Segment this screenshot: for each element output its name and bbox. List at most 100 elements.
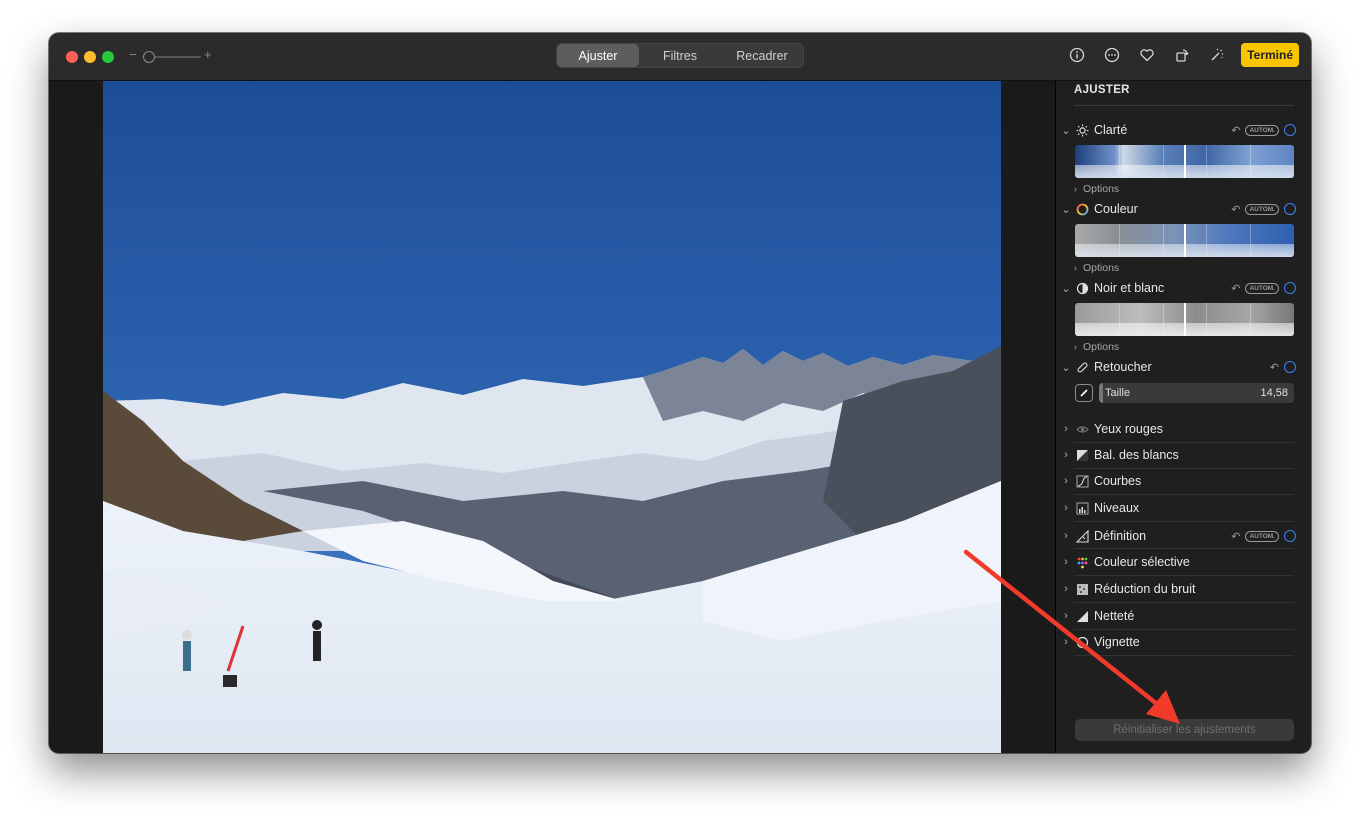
divider: [1074, 442, 1294, 443]
fullscreen-window-button[interactable]: [102, 51, 114, 63]
noise-icon: [1074, 581, 1090, 597]
noir-blanc-slider-handle[interactable]: [1184, 303, 1186, 336]
chevron-right-icon[interactable]: ›: [1060, 556, 1072, 568]
clarte-options[interactable]: › Options: [1074, 182, 1119, 196]
auto-button[interactable]: AUTOM.: [1245, 203, 1279, 215]
chevron-down-icon[interactable]: ⌄: [1060, 361, 1072, 374]
divider: [1074, 468, 1294, 469]
section-niveaux[interactable]: › Niveaux: [1060, 497, 1296, 519]
section-label: Netteté: [1094, 609, 1135, 623]
chevron-right-icon[interactable]: ›: [1060, 423, 1072, 435]
revert-icon[interactable]: ↶: [1231, 203, 1240, 216]
section-nettete[interactable]: › Netteté: [1060, 605, 1296, 627]
info-icon[interactable]: [1065, 43, 1089, 67]
revert-icon[interactable]: ↶: [1231, 530, 1240, 543]
toggle-ring-icon[interactable]: [1284, 203, 1296, 215]
done-button[interactable]: Terminé: [1241, 43, 1299, 67]
chevron-right-icon[interactable]: ›: [1060, 583, 1072, 595]
close-window-button[interactable]: [66, 51, 78, 63]
chevron-down-icon[interactable]: ⌄: [1060, 203, 1072, 216]
toggle-ring-icon[interactable]: [1284, 530, 1296, 542]
section-retoucher[interactable]: ⌄ Retoucher ↶: [1060, 356, 1296, 378]
more-icon[interactable]: [1100, 43, 1124, 67]
dots-icon: [1074, 554, 1090, 570]
title-bar: − + Ajuster Filtres Recadrer Terminé: [49, 33, 1311, 81]
section-couleur[interactable]: ⌄ Couleur ↶ AUTOM.: [1060, 198, 1296, 220]
photo-preview[interactable]: [103, 81, 1001, 753]
revert-icon[interactable]: ↶: [1270, 361, 1279, 374]
chevron-right-icon[interactable]: ›: [1060, 610, 1072, 622]
section-label: Yeux rouges: [1094, 422, 1164, 436]
couleur-options[interactable]: › Options: [1074, 261, 1119, 275]
section-label: Définition: [1094, 529, 1147, 543]
section-couleur-selective[interactable]: › Couleur sélective: [1060, 551, 1296, 573]
brush-size-value: 14,58: [1260, 387, 1288, 399]
auto-button[interactable]: AUTOM.: [1245, 124, 1279, 136]
chevron-right-icon[interactable]: ›: [1060, 475, 1072, 487]
clarte-slider-handle[interactable]: [1184, 145, 1186, 178]
tab-ajuster[interactable]: Ajuster: [557, 44, 639, 67]
brush-size-slider[interactable]: Taille 14,58: [1099, 383, 1294, 403]
revert-icon[interactable]: ↶: [1231, 282, 1240, 295]
chevron-right-icon[interactable]: ›: [1060, 449, 1072, 461]
chevron-right-icon: ›: [1074, 342, 1077, 352]
brush-size-fill: [1099, 383, 1103, 403]
zoom-slider-knob[interactable]: [143, 51, 155, 63]
chevron-right-icon[interactable]: ›: [1060, 636, 1072, 648]
heart-icon[interactable]: [1135, 43, 1159, 67]
toggle-ring-icon[interactable]: [1284, 282, 1296, 294]
section-label: Noir et blanc: [1094, 281, 1165, 295]
section-courbes[interactable]: › Courbes: [1060, 470, 1296, 492]
chevron-down-icon[interactable]: ⌄: [1060, 282, 1072, 295]
tab-recadrer[interactable]: Recadrer: [721, 44, 803, 67]
section-bal-blancs[interactable]: › Bal. des blancs: [1060, 444, 1296, 466]
noir-blanc-options[interactable]: › Options: [1074, 340, 1119, 354]
zoom-out-icon[interactable]: −: [129, 47, 137, 62]
edit-mode-tabs: Ajuster Filtres Recadrer: [556, 43, 804, 68]
chevron-right-icon[interactable]: ›: [1060, 502, 1072, 514]
section-vignette[interactable]: › Vignette: [1060, 631, 1296, 653]
section-reduction-bruit[interactable]: › Réduction du bruit: [1060, 578, 1296, 600]
divider: [1074, 494, 1294, 495]
section-label: Courbes: [1094, 474, 1142, 488]
divider: [1074, 602, 1294, 603]
section-label: Clarté: [1094, 123, 1128, 137]
couleur-thumbnail-strip[interactable]: [1075, 224, 1294, 257]
photos-edit-window: − + Ajuster Filtres Recadrer Terminé AJU…: [49, 33, 1311, 753]
revert-icon[interactable]: ↶: [1231, 124, 1240, 137]
magic-wand-icon[interactable]: [1205, 43, 1229, 67]
white-balance-icon: [1074, 447, 1090, 463]
brush-icon[interactable]: [1075, 384, 1093, 402]
eye-icon: [1074, 421, 1090, 437]
divider: [1074, 521, 1294, 522]
auto-button[interactable]: AUTOM.: [1245, 282, 1279, 294]
section-label: Retoucher: [1094, 360, 1152, 374]
section-label: Couleur: [1094, 202, 1138, 216]
toolbar-tools: Terminé: [1054, 43, 1299, 67]
clarte-thumbnail-strip[interactable]: [1075, 145, 1294, 178]
chevron-right-icon[interactable]: ›: [1060, 530, 1072, 542]
divider: [1074, 655, 1294, 656]
section-label: Réduction du bruit: [1094, 582, 1196, 596]
chevron-down-icon[interactable]: ⌄: [1060, 124, 1072, 137]
tab-filtres[interactable]: Filtres: [639, 44, 721, 67]
section-yeux-rouges[interactable]: › Yeux rouges: [1060, 418, 1296, 440]
retouch-controls: Taille 14,58: [1075, 383, 1294, 403]
zoom-in-icon[interactable]: +: [204, 47, 212, 62]
section-clarte[interactable]: ⌄ Clarté ↶ AUTOM.: [1060, 119, 1296, 141]
auto-button[interactable]: AUTOM.: [1245, 530, 1279, 542]
couleur-slider-handle[interactable]: [1184, 224, 1186, 257]
definition-icon: [1074, 528, 1090, 544]
minimize-window-button[interactable]: [84, 51, 96, 63]
toggle-ring-icon[interactable]: [1284, 124, 1296, 136]
section-definition[interactable]: › Définition ↶ AUTOM.: [1060, 525, 1296, 547]
curves-icon: [1074, 473, 1090, 489]
section-noir-et-blanc[interactable]: ⌄ Noir et blanc ↶ AUTOM.: [1060, 277, 1296, 299]
section-label: Bal. des blancs: [1094, 448, 1179, 462]
sun-icon: [1074, 122, 1090, 138]
toggle-ring-icon[interactable]: [1284, 361, 1296, 373]
noir-blanc-thumbnail-strip[interactable]: [1075, 303, 1294, 336]
section-label: Niveaux: [1094, 501, 1140, 515]
reset-adjustments-button[interactable]: Réinitialiser les ajustements: [1075, 719, 1294, 741]
rotate-icon[interactable]: [1170, 43, 1194, 67]
